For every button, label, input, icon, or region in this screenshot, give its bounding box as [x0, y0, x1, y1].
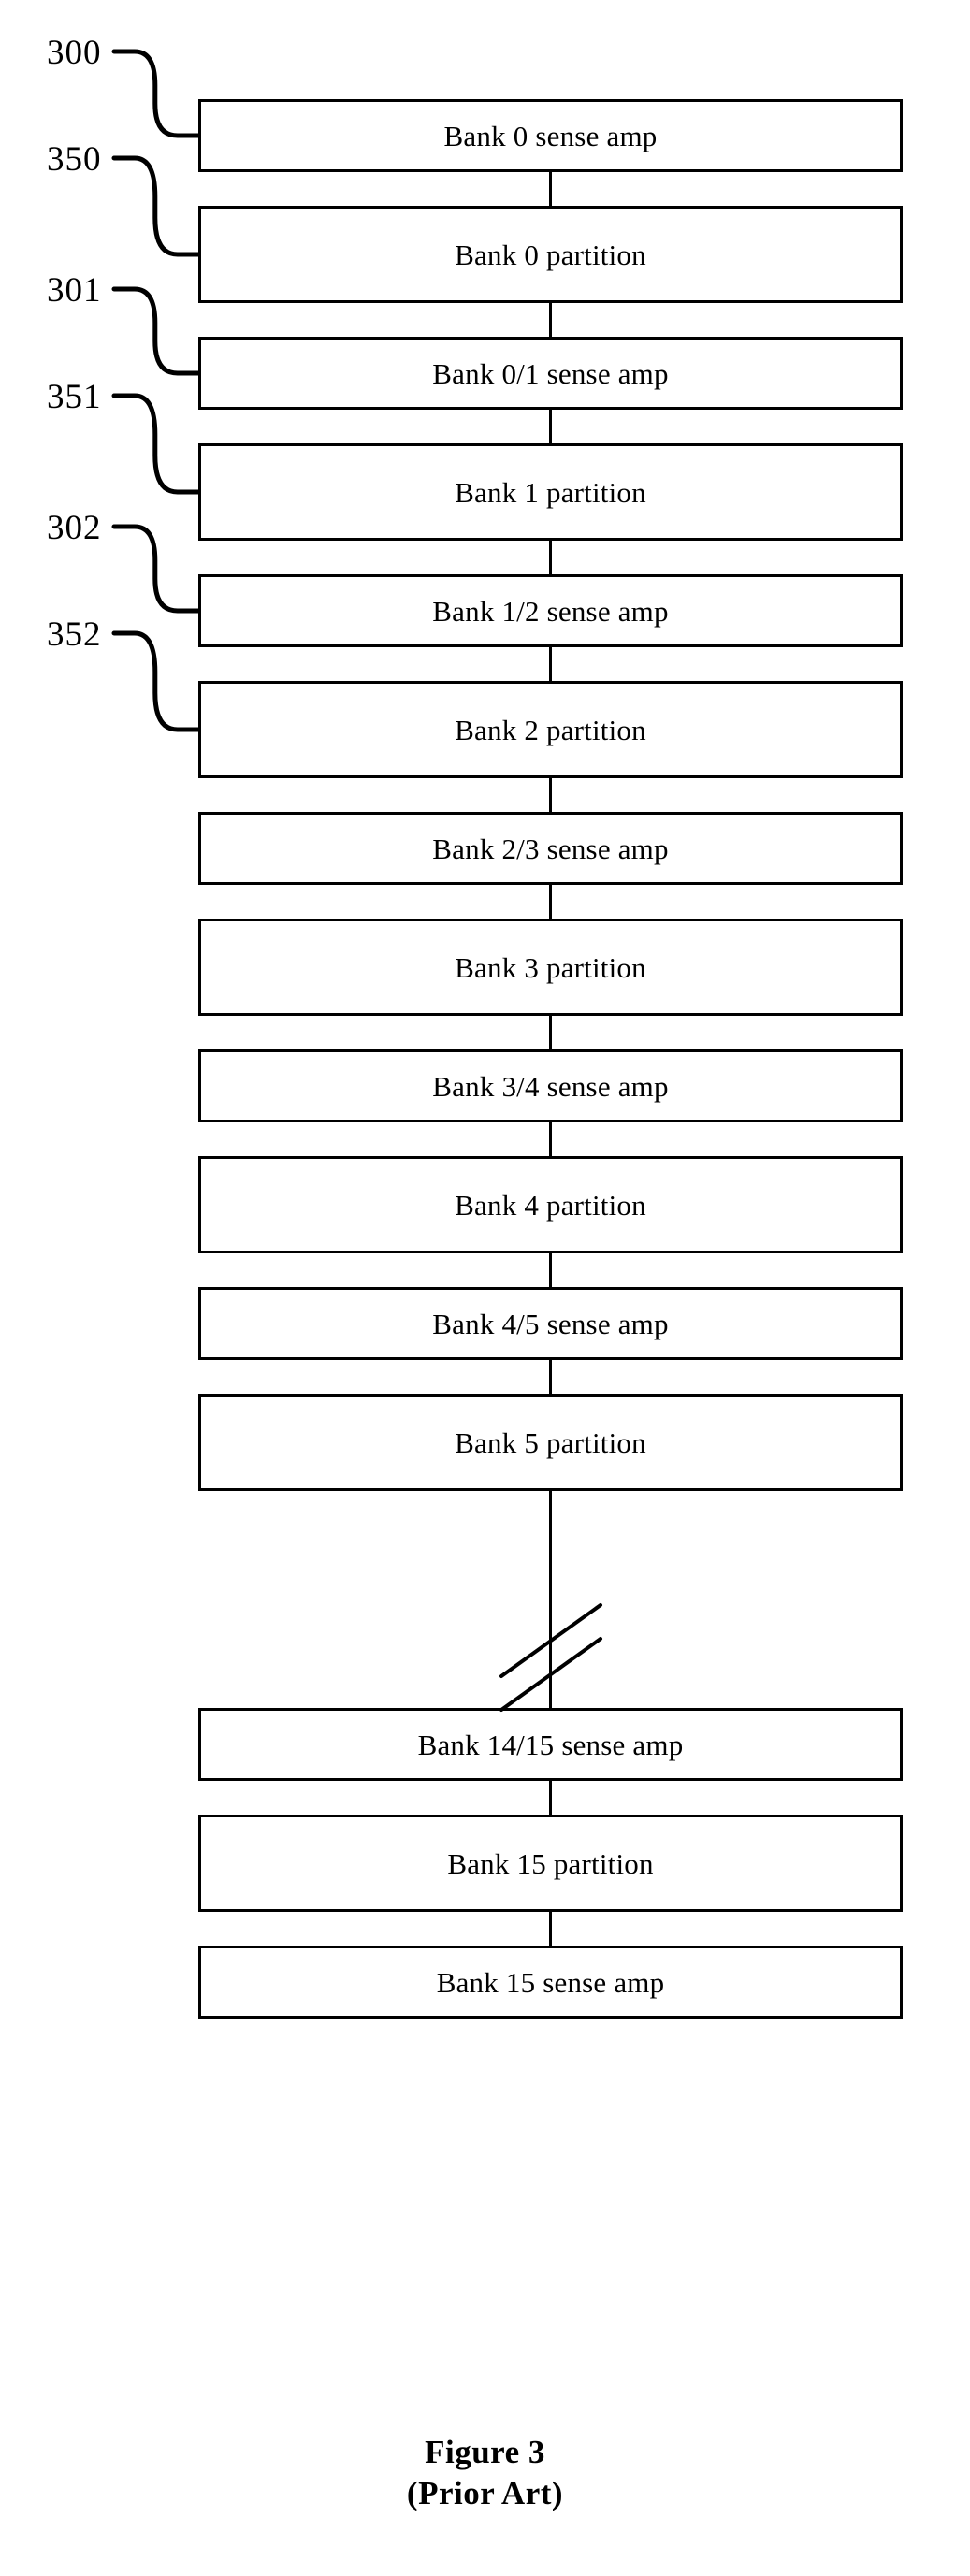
bank-block-300: Bank 0 sense amp: [198, 99, 903, 172]
leader-line-300: [105, 42, 208, 145]
bank-block-label: Bank 0 partition: [455, 238, 646, 271]
leader-line-302: [105, 517, 208, 620]
bank-block-label: Bank 1 partition: [455, 475, 646, 509]
bus-connector: [549, 885, 552, 919]
bank-block-label: Bank 15 partition: [447, 1846, 654, 1880]
leader-line-350: [105, 149, 208, 264]
reference-numeral-300: 300: [47, 34, 102, 72]
bank-block-label: Bank 0 sense amp: [443, 119, 658, 152]
bank-block-b15p: Bank 15 partition: [198, 1815, 903, 1912]
bank-block-302: Bank 1/2 sense amp: [198, 574, 903, 647]
leader-line-352: [105, 624, 208, 739]
bank-block-351: Bank 1 partition: [198, 443, 903, 541]
patent-figure: Bank 0 sense amp Bank 0 partition Bank 0/1…: [0, 0, 970, 2576]
bank-block-b5p: Bank 5 partition: [198, 1394, 903, 1491]
bank-block-label: Bank 5 partition: [455, 1425, 646, 1459]
bank-block-b23: Bank 2/3 sense amp: [198, 812, 903, 885]
bank-block-b34: Bank 3/4 sense amp: [198, 1049, 903, 1122]
bus-connector: [549, 541, 552, 574]
figure-caption-title: Figure 3: [425, 2434, 545, 2470]
bank-block-350: Bank 0 partition: [198, 206, 903, 303]
bank-block-b45: Bank 4/5 sense amp: [198, 1287, 903, 1360]
bus-connector: [549, 1122, 552, 1156]
bus-connector: [549, 1253, 552, 1287]
bank-block-label: Bank 14/15 sense amp: [417, 1728, 684, 1761]
bus-connector: [549, 1912, 552, 1946]
bus-connector: [549, 410, 552, 443]
bus-connector: [549, 778, 552, 812]
leader-line-301: [105, 280, 208, 383]
bus-connector: [549, 1781, 552, 1815]
bank-block-b4p: Bank 4 partition: [198, 1156, 903, 1253]
reference-numeral-301: 301: [47, 271, 102, 310]
bank-block-301: Bank 0/1 sense amp: [198, 337, 903, 410]
bank-block-label: Bank 4/5 sense amp: [432, 1307, 669, 1340]
bank-block-label: Bank 4 partition: [455, 1188, 646, 1222]
leader-line-351: [105, 386, 208, 501]
bus-connector: [549, 1360, 552, 1394]
bank-block-label: Bank 2/3 sense amp: [432, 832, 669, 865]
bank-block-label: Bank 15 sense amp: [436, 1965, 665, 1999]
bank-block-352: Bank 2 partition: [198, 681, 903, 778]
reference-numeral-302: 302: [47, 509, 102, 547]
figure-caption-subtitle: (Prior Art): [406, 2475, 564, 2511]
reference-numeral-351: 351: [47, 378, 102, 416]
bank-block-label: Bank 3/4 sense amp: [432, 1069, 669, 1103]
bus-connector: [549, 1016, 552, 1049]
bank-block-b3p: Bank 3 partition: [198, 919, 903, 1016]
bank-block-b15: Bank 15 sense amp: [198, 1946, 903, 2019]
figure-caption: Figure 3 (Prior Art): [0, 2432, 970, 2514]
reference-numeral-352: 352: [47, 615, 102, 654]
bus-connector: [549, 647, 552, 681]
bank-block-label: Bank 3 partition: [455, 950, 646, 984]
bank-block-label: Bank 2 partition: [455, 713, 646, 746]
bank-block-label: Bank 0/1 sense amp: [432, 356, 669, 390]
bank-block-label: Bank 1/2 sense amp: [432, 594, 669, 628]
bus-connector: [549, 303, 552, 337]
reference-numeral-350: 350: [47, 140, 102, 179]
double-slash-break-icon: [440, 1534, 664, 1721]
bus-connector: [549, 172, 552, 206]
